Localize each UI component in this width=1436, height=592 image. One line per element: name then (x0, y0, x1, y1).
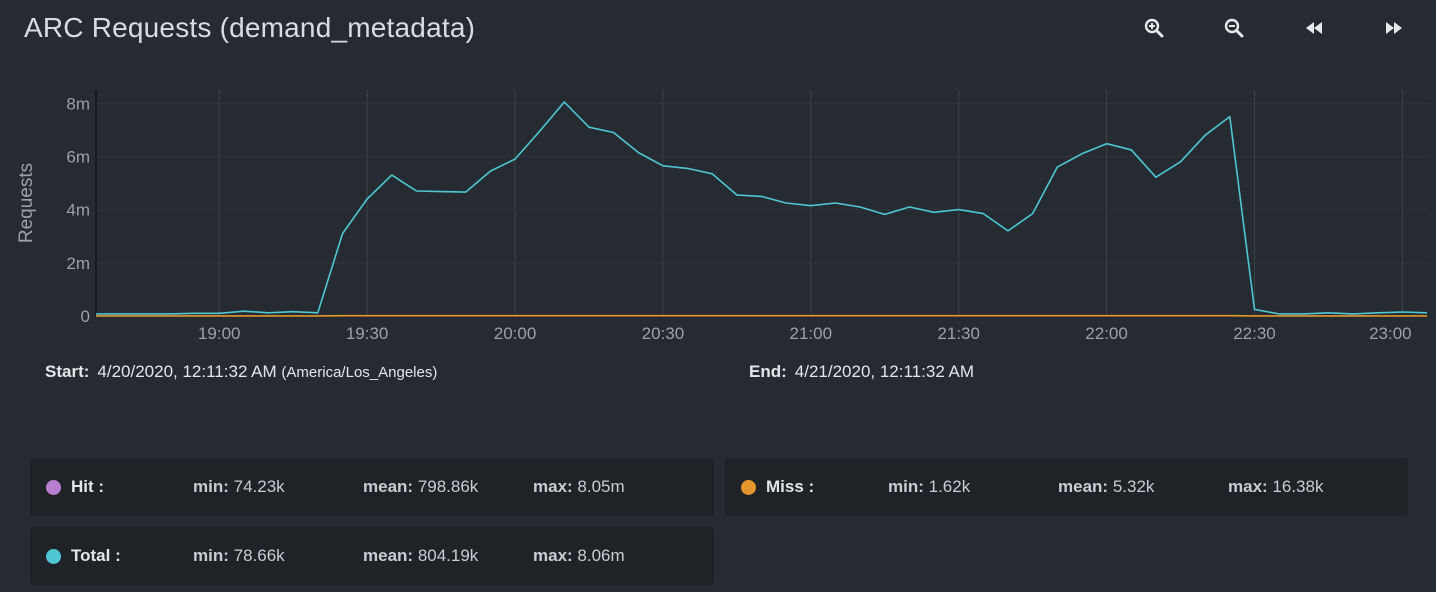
zoom-in-icon (1144, 18, 1164, 38)
x-tick-label: 23:00 (1369, 324, 1412, 343)
x-tick-label: 20:00 (494, 324, 537, 343)
legend-miss[interactable]: Miss : min: 1.62k mean: 5.32k max: 16.38… (725, 458, 1408, 516)
miss-mean: mean: 5.32k (1058, 477, 1155, 496)
y-tick-label: 0 (81, 307, 90, 326)
fast-forward-button[interactable] (1374, 14, 1414, 42)
total-max: max: 8.06m (533, 546, 625, 565)
fast-forward-icon (1386, 22, 1402, 34)
hit-min: min: 74.23k (193, 477, 285, 496)
legend-miss-name: Miss : (766, 477, 815, 496)
y-tick-label: 4m (66, 201, 90, 220)
zoom-out-icon (1224, 18, 1244, 38)
end-value: 4/21/2020, 12:11:32 AM (794, 362, 975, 381)
rewind-button[interactable] (1294, 14, 1334, 42)
miss-min: min: 1.62k (888, 477, 971, 496)
zoom-in-button[interactable] (1134, 14, 1174, 42)
line-chart[interactable]: 19:00 19:30 20:00 20:30 21:00 21:30 22:00 22:30… (0, 78, 1436, 350)
series-line-total (96, 101, 1428, 315)
total-min: min: 78.66k (193, 546, 285, 565)
total-mean: mean: 804.19k (363, 546, 479, 565)
start-range: Start: 4/20/2020, 12:11:32 AM (America/Lo… (45, 362, 437, 382)
end-range: End: 4/21/2020, 12:11:32 AM (749, 362, 974, 382)
y-axis-label: Requests (16, 163, 37, 243)
x-tick-label: 19:00 (198, 324, 241, 343)
total-swatch (46, 548, 61, 564)
start-value: 4/20/2020, 12:11:32 AM (97, 362, 277, 381)
legend-hit[interactable]: Hit : min: 74.23k mean: 798.86k max: 8.0… (30, 458, 714, 516)
chart-toolbar (1134, 14, 1414, 42)
x-tick-label: 22:00 (1085, 324, 1128, 343)
hit-mean: mean: 798.86k (363, 477, 479, 496)
x-tick-label: 20:30 (642, 324, 685, 343)
x-tick-label: 21:30 (937, 324, 980, 343)
hit-max: max: 8.05m (533, 477, 625, 496)
end-label: End: (749, 362, 787, 381)
hit-swatch (46, 479, 61, 495)
x-tick-label: 22:30 (1233, 324, 1276, 343)
x-tick-label: 21:00 (790, 324, 833, 343)
miss-max: max: 16.38k (1228, 477, 1324, 496)
legend-total-name: Total : (71, 546, 121, 565)
start-label: Start: (45, 362, 90, 381)
x-tick-label: 19:30 (346, 324, 389, 343)
page-title: ARC Requests (demand_metadata) (24, 12, 476, 43)
rewind-icon (1306, 22, 1322, 34)
miss-swatch (741, 479, 756, 495)
start-timezone: (America/Los_Angeles) (281, 364, 438, 381)
y-tick-label: 6m (66, 147, 90, 166)
legend-total[interactable]: Total : min: 78.66k mean: 804.19k max: 8… (30, 527, 714, 585)
zoom-out-button[interactable] (1214, 14, 1254, 42)
y-tick-label: 2m (66, 254, 90, 273)
y-tick-label: 8m (66, 94, 90, 113)
legend-hit-name: Hit : (71, 477, 105, 496)
